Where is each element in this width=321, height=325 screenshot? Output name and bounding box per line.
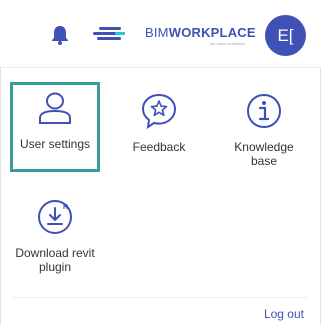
user-menu-dropdown: User settings Feedback Knowledge base R … — [0, 67, 321, 325]
download-icon: R — [36, 198, 74, 236]
feedback-label: Feedback — [132, 140, 186, 154]
top-bar: BIMWORKPLACE we make workflows E[ — [0, 0, 321, 67]
bell-icon[interactable] — [51, 25, 69, 45]
info-icon — [245, 92, 283, 130]
brand-logo: BIMWORKPLACE we make workflows — [145, 25, 256, 48]
avatar[interactable]: E[ — [265, 15, 306, 56]
brand-tagline: we make workflows — [210, 41, 245, 46]
svg-text:R: R — [63, 204, 68, 211]
brand-name-part2: WORKPLACE — [168, 25, 256, 40]
download-revit-plugin-label: Download revit plugin — [15, 246, 95, 274]
user-icon — [36, 89, 74, 127]
brand-name-part1: BIM — [145, 25, 169, 40]
download-revit-plugin-tile[interactable]: R Download revit plugin — [10, 191, 100, 281]
divider — [13, 297, 308, 298]
logout-link[interactable]: Log out — [264, 307, 304, 321]
user-settings-tile[interactable]: User settings — [10, 82, 100, 172]
feedback-tile[interactable]: Feedback — [114, 85, 204, 175]
app-logo-icon — [93, 26, 125, 42]
user-settings-label: User settings — [19, 137, 91, 151]
avatar-initials: E[ — [277, 25, 294, 45]
knowledge-base-tile[interactable]: Knowledge base — [219, 85, 309, 175]
brand-name: BIMWORKPLACE — [145, 25, 256, 40]
star-speech-bubble-icon — [140, 92, 178, 130]
knowledge-base-label: Knowledge base — [234, 140, 294, 168]
